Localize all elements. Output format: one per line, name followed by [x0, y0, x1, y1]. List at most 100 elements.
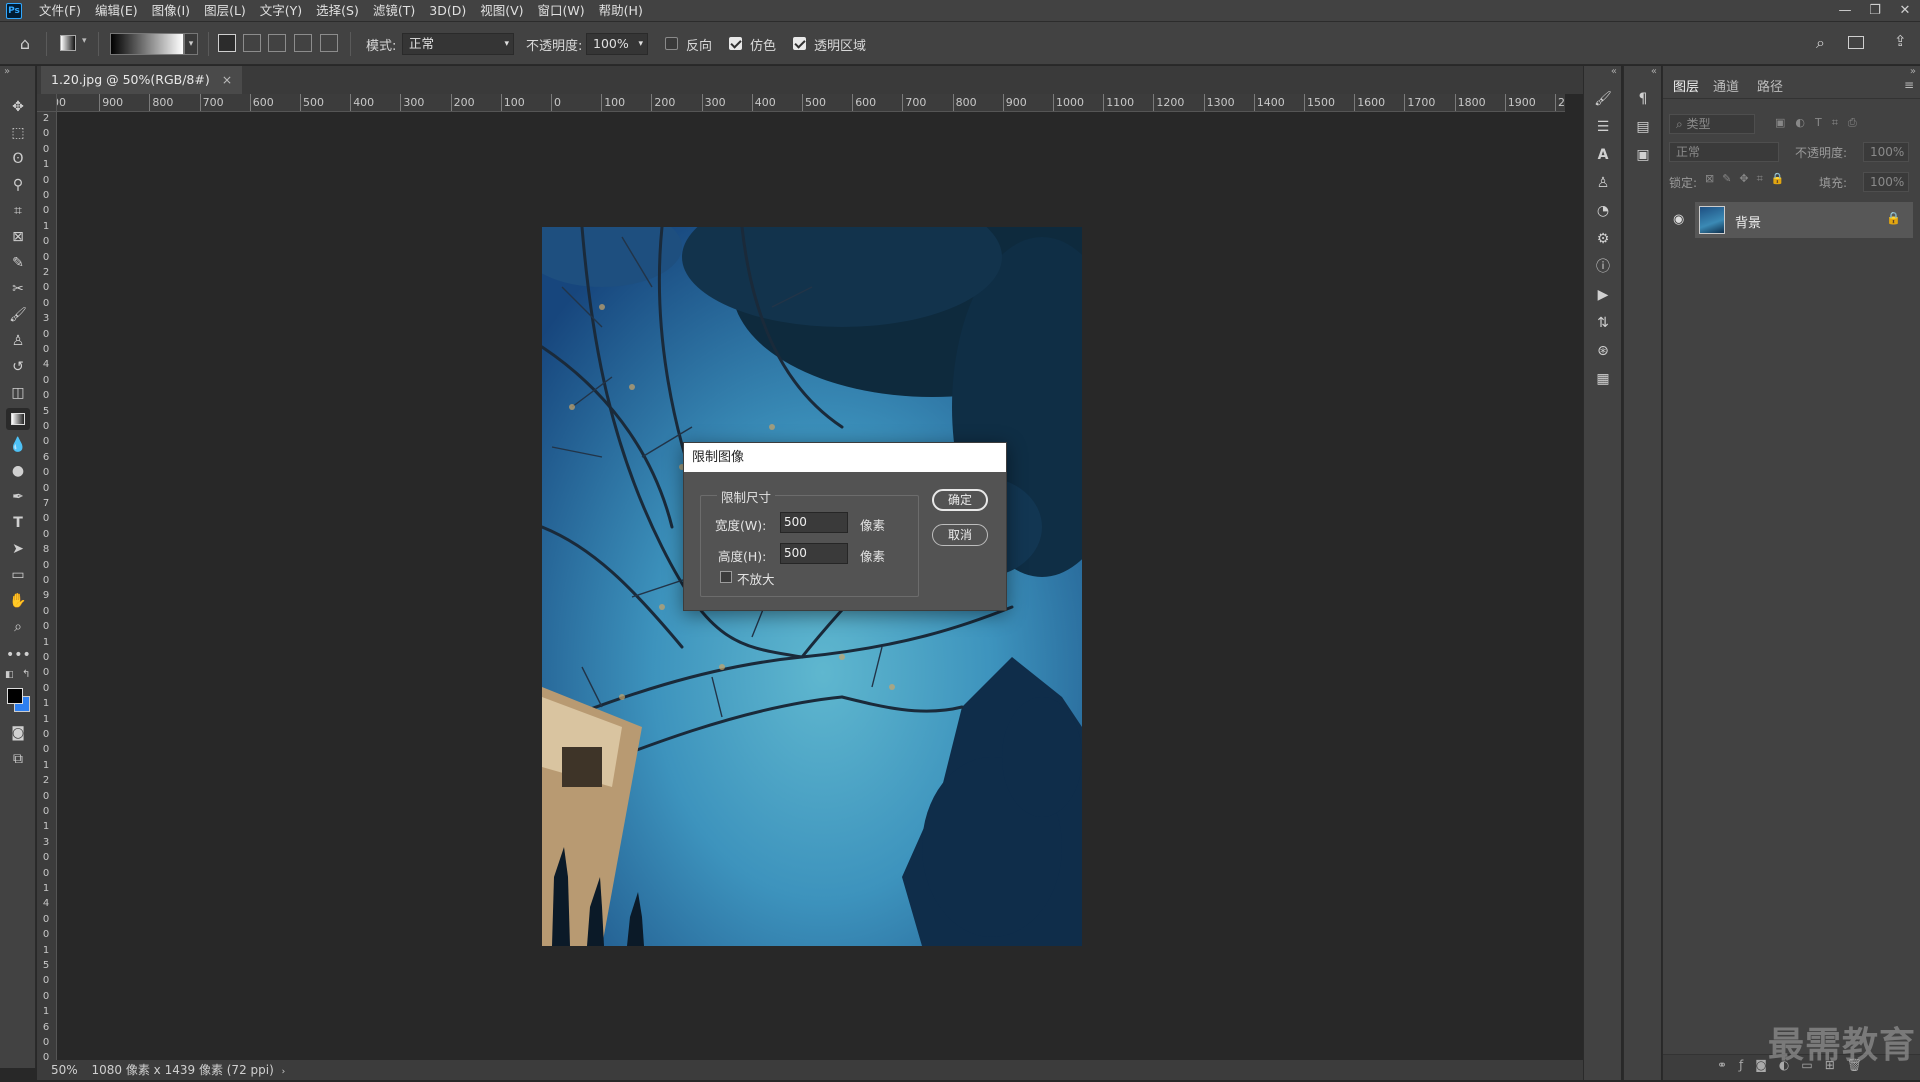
info-icon[interactable]: ⓘ — [1592, 256, 1614, 278]
opacity-input[interactable]: 100% ▾ — [586, 33, 648, 55]
menu-item-0[interactable]: 文件(F) — [32, 0, 88, 22]
layer-row-background[interactable]: 背景 🔒 — [1695, 202, 1913, 238]
blur-tool-icon[interactable]: 💧 — [6, 434, 30, 456]
width-input[interactable]: 500 — [780, 512, 848, 533]
lock-icons[interactable]: ⊠✎✥⌗🔒 — [1705, 172, 1793, 186]
height-input[interactable]: 500 — [780, 543, 848, 564]
restore-button[interactable]: ❐ — [1860, 0, 1890, 22]
character-icon[interactable]: A — [1592, 144, 1614, 166]
zoom-tool-icon[interactable]: ⌕ — [6, 616, 30, 638]
actions-play-icon[interactable]: ▶ — [1592, 284, 1614, 306]
brush-settings-icon[interactable]: 🖌 — [1592, 88, 1614, 110]
type-tool-icon[interactable]: T — [6, 512, 30, 534]
properties-icon[interactable]: ⇅ — [1592, 312, 1614, 334]
healing-brush-tool-icon[interactable]: ✂ — [6, 278, 30, 300]
chevron-down-icon[interactable]: ▾ — [82, 36, 87, 46]
mode-select[interactable]: 正常 ▾ — [402, 33, 514, 55]
share-icon[interactable]: ⇪ — [1894, 32, 1907, 50]
blend-mode-select[interactable]: 正常 — [1669, 142, 1779, 162]
pen-tool-icon[interactable]: ✒ — [6, 486, 30, 508]
panel-menu-icon[interactable]: ≡ — [1904, 78, 1914, 92]
quick-mask-icon[interactable]: ◙ — [6, 722, 30, 744]
menu-item-9[interactable]: 窗口(W) — [531, 0, 592, 22]
paragraph-icon[interactable]: ¶ — [1632, 88, 1654, 110]
collapse-icon[interactable]: » — [1910, 66, 1916, 77]
menu-item-2[interactable]: 图像(I) — [145, 0, 197, 22]
more-tools-icon[interactable]: ••• — [6, 644, 31, 666]
collapse-icon[interactable]: « — [1611, 66, 1617, 77]
gradient-tool-icon[interactable] — [6, 408, 30, 430]
workspace-icon[interactable] — [1848, 36, 1864, 49]
tool-presets-icon[interactable]: ⚙ — [1592, 228, 1614, 250]
reverse-checkbox[interactable] — [665, 37, 678, 50]
screen-mode-icon[interactable]: ⧉ — [6, 748, 30, 770]
lasso-tool-icon[interactable]: ʘ — [6, 148, 30, 170]
close-tab-icon[interactable]: × — [222, 72, 232, 87]
history-icon[interactable]: ◔ — [1592, 200, 1614, 222]
gradient-tool-preset-icon[interactable] — [60, 35, 76, 51]
document-info[interactable]: 1080 像素 x 1439 像素 (72 ppi) — [92, 1063, 274, 1077]
collapse-icon[interactable]: « — [1651, 66, 1657, 77]
diamond-gradient-icon[interactable] — [320, 34, 338, 52]
radial-gradient-icon[interactable] — [243, 34, 261, 52]
gradient-picker-chevron-icon[interactable]: ▾ — [184, 33, 198, 55]
minimize-button[interactable]: — — [1830, 0, 1860, 22]
dodge-tool-icon[interactable]: ● — [6, 460, 30, 482]
angle-gradient-icon[interactable] — [268, 34, 286, 52]
menu-item-1[interactable]: 编辑(E) — [88, 0, 145, 22]
libraries-icon[interactable]: ▤ — [1632, 116, 1654, 138]
foreground-color-swatch[interactable] — [7, 688, 23, 704]
menu-item-7[interactable]: 3D(D) — [422, 0, 473, 22]
history-brush-tool-icon[interactable]: ↺ — [6, 356, 30, 378]
crop-tool-icon[interactable]: ⌗ — [6, 200, 30, 222]
marquee-tool-icon[interactable]: ⬚ — [6, 122, 30, 144]
quick-select-tool-icon[interactable]: ⚲ — [6, 174, 30, 196]
notes-icon[interactable]: ▣ — [1632, 144, 1654, 166]
search-icon[interactable]: ⌕ — [1816, 33, 1825, 53]
rectangle-tool-icon[interactable]: ▭ — [6, 564, 30, 586]
table-icon[interactable]: ▦ — [1592, 368, 1614, 390]
fill-input[interactable]: 100% — [1863, 172, 1909, 192]
hand-tool-icon[interactable]: ✋ — [6, 590, 30, 612]
eyedropper-tool-icon[interactable]: ✎ — [6, 252, 30, 274]
menu-item-4[interactable]: 文字(Y) — [253, 0, 309, 22]
document-tab[interactable]: 1.20.jpg @ 50%(RGB/8#) × — [41, 66, 243, 94]
dither-checkbox[interactable] — [729, 37, 742, 50]
chevron-right-icon[interactable]: › — [282, 1067, 286, 1077]
zoom-level[interactable]: 50% — [51, 1063, 78, 1077]
gradient-preview[interactable] — [110, 33, 184, 55]
menu-item-8[interactable]: 视图(V) — [473, 0, 530, 22]
brush-tool-icon[interactable]: 🖌 — [6, 304, 30, 326]
eraser-tool-icon[interactable]: ◫ — [6, 382, 30, 404]
home-icon[interactable]: ⌂ — [14, 33, 36, 55]
swap-colors-icon[interactable]: ↰ — [22, 669, 30, 680]
collapse-icon[interactable]: » — [4, 66, 10, 77]
tab-channels[interactable]: 通道 — [1713, 76, 1739, 95]
no-enlarge-checkbox[interactable] — [720, 571, 732, 583]
menu-item-6[interactable]: 滤镜(T) — [366, 0, 422, 22]
ok-button[interactable]: 确定 — [932, 489, 988, 511]
clone-stamp-tool-icon[interactable]: ♙ — [6, 330, 30, 352]
swatches-icon[interactable]: ⊛ — [1592, 340, 1614, 362]
tab-layers[interactable]: 图层 — [1673, 76, 1699, 95]
menu-item-5[interactable]: 选择(S) — [309, 0, 366, 22]
close-window-button[interactable]: ✕ — [1890, 0, 1920, 22]
transparency-checkbox[interactable] — [793, 37, 806, 50]
linear-gradient-icon[interactable] — [218, 34, 236, 52]
frame-tool-icon[interactable]: ⊠ — [6, 226, 30, 248]
adjustments-icon[interactable]: ☰ — [1592, 116, 1614, 138]
vertical-ruler[interactable]: 2 0 0 1 0 0 0 1 0 0 2 0 0 3 0 0 4 0 0 5 0 0 6 0 0 7 0 0 8 0 0 9 0 0 1 0 0 0 1 1… — [37, 112, 57, 1068]
layer-opacity-input[interactable]: 100% — [1863, 142, 1909, 162]
cancel-button[interactable]: 取消 — [932, 524, 988, 546]
ruler-origin[interactable] — [37, 94, 57, 112]
visibility-eye-icon[interactable]: ◉ — [1673, 212, 1684, 227]
path-select-tool-icon[interactable]: ➤ — [6, 538, 30, 560]
tab-paths[interactable]: 路径 — [1757, 76, 1783, 95]
clone-source-icon[interactable]: ♙ — [1592, 172, 1614, 194]
dialog-title[interactable]: 限制图像 — [684, 443, 1006, 472]
menu-item-3[interactable]: 图层(L) — [197, 0, 253, 22]
horizontal-ruler[interactable]: 0090080070060050040030020010001002003004… — [57, 94, 1565, 112]
move-tool-icon[interactable]: ✥ — [6, 96, 30, 118]
reflected-gradient-icon[interactable] — [294, 34, 312, 52]
filter-icons[interactable]: ▣◐T⌗⎙ — [1775, 116, 1867, 130]
